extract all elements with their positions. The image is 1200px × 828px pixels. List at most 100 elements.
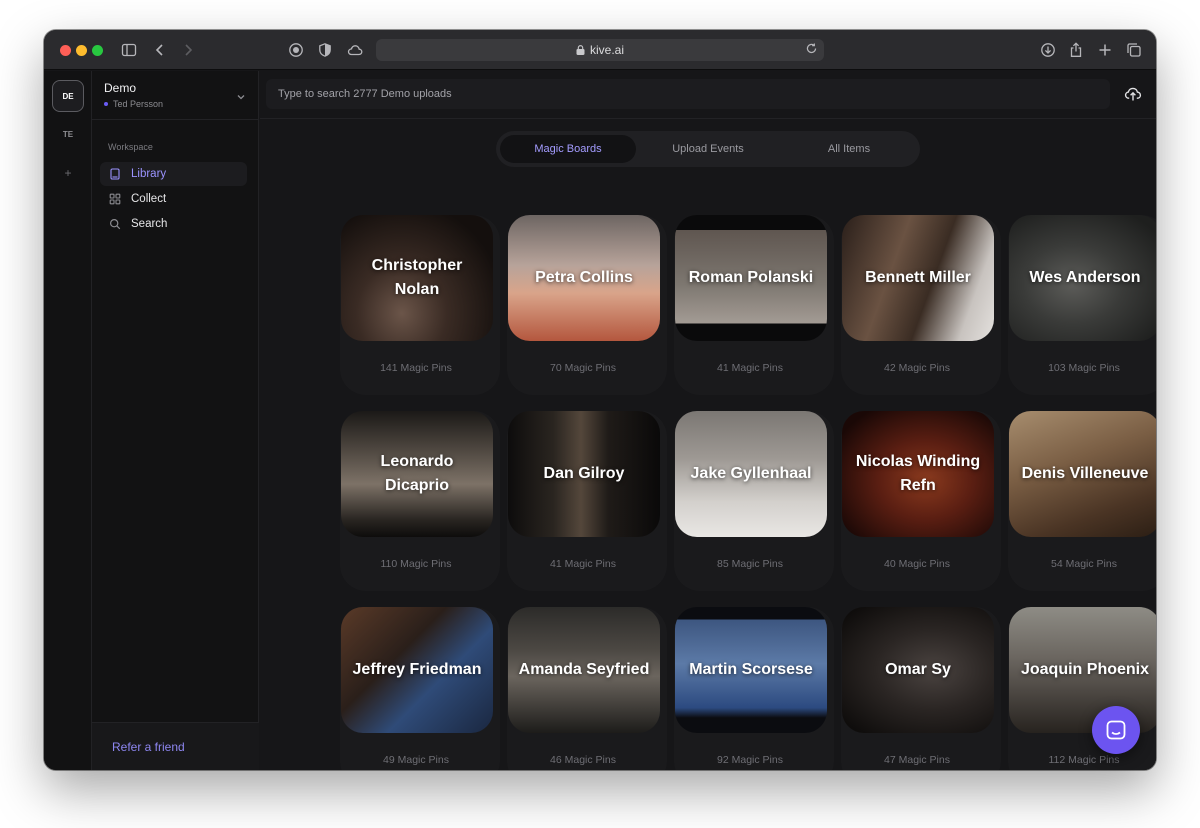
board-card[interactable]: Wes Anderson 103 Magic Pins	[1008, 215, 1156, 395]
sidebar-item-library[interactable]: Library	[100, 162, 247, 186]
workspace-rail: DE TE +	[44, 71, 92, 770]
sidebar-item-search[interactable]: Search	[100, 212, 247, 236]
sidebar: Demo Ted Persson Workspace Library Colle…	[92, 71, 259, 770]
board-title: Wes Anderson	[1029, 269, 1141, 286]
board-thumbnail: Leonardo Dicaprio	[341, 411, 493, 537]
grid-icon	[108, 192, 122, 206]
board-thumbnail: Amanda Seyfried	[508, 607, 660, 733]
board-card[interactable]: Denis Villeneuve 54 Magic Pins	[1008, 411, 1156, 591]
share-icon[interactable]	[1066, 40, 1086, 60]
sidebar-divider	[92, 119, 259, 120]
search-input[interactable]: Type to search 2777 Demo uploads	[266, 79, 1110, 109]
cloud-icon[interactable]	[345, 40, 365, 60]
tab-upload-events[interactable]: Upload Events	[640, 135, 776, 163]
chevron-down-icon[interactable]	[236, 89, 246, 107]
board-card[interactable]: Omar Sy 47 Magic Pins	[841, 607, 1001, 770]
status-dot	[104, 102, 108, 106]
shield-icon[interactable]	[315, 40, 335, 60]
section-label-workspace: Workspace	[108, 142, 153, 152]
sidebar-item-label: Library	[131, 168, 167, 180]
board-card[interactable]: Roman Polanski 41 Magic Pins	[674, 215, 834, 395]
chat-support-button[interactable]	[1092, 706, 1140, 754]
workspace-name[interactable]: Demo	[104, 81, 136, 95]
browser-window: kive.ai DE TE + Demo Ted Persson Workspa…	[44, 30, 1156, 770]
board-pin-count: 41 Magic Pins	[717, 362, 783, 374]
board-thumbnail: Christopher Nolan	[341, 215, 493, 341]
board-title: Omar Sy	[885, 661, 951, 678]
board-card[interactable]: Petra Collins 70 Magic Pins	[507, 215, 667, 395]
workspace-switch-demo[interactable]: DE	[52, 80, 84, 112]
download-icon[interactable]	[1038, 40, 1058, 60]
board-thumbnail: Jeffrey Friedman	[341, 607, 493, 733]
lock-icon	[576, 45, 585, 55]
zoom-window-button[interactable]	[92, 45, 103, 56]
back-icon[interactable]	[150, 40, 170, 60]
password-manager-icon[interactable]	[286, 40, 306, 60]
sidebar-item-label: Search	[131, 218, 168, 230]
board-pin-count: 92 Magic Pins	[717, 754, 783, 766]
sidebar-item-label: Collect	[131, 193, 167, 205]
board-title: Roman Polanski	[688, 269, 814, 286]
tab-overview-icon[interactable]	[1124, 40, 1144, 60]
board-card[interactable]: Amanda Seyfried 46 Magic Pins	[507, 607, 667, 770]
tab-bar: Magic Boards Upload Events All Items	[496, 131, 920, 167]
search-icon	[108, 217, 122, 231]
url-text: kive.ai	[589, 43, 624, 57]
board-card[interactable]: Jeffrey Friedman 49 Magic Pins	[340, 607, 500, 770]
board-title: Nicolas Winding Refn	[855, 453, 981, 494]
new-tab-icon[interactable]	[1095, 40, 1115, 60]
board-thumbnail: Omar Sy	[842, 607, 994, 733]
board-thumbnail: Dan Gilroy	[508, 411, 660, 537]
board-card[interactable]: Jake Gyllenhaal 85 Magic Pins	[674, 411, 834, 591]
board-title: Jeffrey Friedman	[352, 661, 482, 678]
board-card[interactable]: Christopher Nolan 141 Magic Pins	[340, 215, 500, 395]
board-pin-count: 40 Magic Pins	[884, 558, 950, 570]
refer-a-friend-link[interactable]: Refer a friend	[92, 722, 259, 770]
workspace-user: Ted Persson	[104, 99, 163, 109]
forward-icon[interactable]	[178, 40, 198, 60]
browser-toolbar: kive.ai	[44, 30, 1156, 70]
board-title: Christopher Nolan	[371, 257, 463, 298]
workspace-switch-te[interactable]: TE	[52, 118, 84, 150]
board-thumbnail: Denis Villeneuve	[1009, 411, 1156, 537]
board-pin-count: 112 Magic Pins	[1048, 754, 1120, 766]
board-pin-count: 42 Magic Pins	[884, 362, 950, 374]
board-pin-count: 54 Magic Pins	[1051, 558, 1117, 570]
board-title: Dan Gilroy	[543, 465, 625, 482]
board-pin-count: 103 Magic Pins	[1048, 362, 1120, 374]
board-title: Bennett Miller	[865, 269, 971, 286]
board-card[interactable]: Dan Gilroy 41 Magic Pins	[507, 411, 667, 591]
add-workspace-button[interactable]: +	[52, 157, 84, 189]
board-card[interactable]: Martin Scorsese 92 Magic Pins	[674, 607, 834, 770]
close-window-button[interactable]	[60, 45, 71, 56]
board-pin-count: 49 Magic Pins	[383, 754, 449, 766]
sidebar-item-collect[interactable]: Collect	[100, 187, 247, 211]
main-content: Type to search 2777 Demo uploads Magic B…	[260, 71, 1156, 770]
board-pin-count: 47 Magic Pins	[884, 754, 950, 766]
board-thumbnail: Bennett Miller	[842, 215, 994, 341]
reload-icon[interactable]	[805, 42, 818, 55]
board-pin-count: 85 Magic Pins	[717, 558, 783, 570]
user-name: Ted Persson	[113, 99, 164, 109]
tab-all-items[interactable]: All Items	[781, 135, 917, 163]
board-title: Leonardo Dicaprio	[380, 453, 454, 494]
board-card[interactable]: Bennett Miller 42 Magic Pins	[841, 215, 1001, 395]
board-thumbnail: Jake Gyllenhaal	[675, 411, 827, 537]
tab-magic-boards[interactable]: Magic Boards	[500, 135, 636, 163]
board-pin-count: 110 Magic Pins	[380, 558, 452, 570]
board-card[interactable]: Nicolas Winding Refn 40 Magic Pins	[841, 411, 1001, 591]
board-pin-count: 46 Magic Pins	[550, 754, 616, 766]
board-title: Denis Villeneuve	[1021, 465, 1149, 482]
board-title: Joaquin Phoenix	[1020, 661, 1149, 678]
board-pin-count: 70 Magic Pins	[550, 362, 616, 374]
board-thumbnail: Wes Anderson	[1009, 215, 1156, 341]
sidebar-toggle-icon[interactable]	[119, 40, 139, 60]
board-thumbnail: Petra Collins	[508, 215, 660, 341]
board-title: Petra Collins	[535, 269, 633, 286]
address-bar[interactable]: kive.ai	[376, 39, 824, 61]
board-title: Jake Gyllenhaal	[690, 465, 812, 482]
book-icon	[108, 167, 122, 181]
minimize-window-button[interactable]	[76, 45, 87, 56]
board-card[interactable]: Leonardo Dicaprio 110 Magic Pins	[340, 411, 500, 591]
upload-icon[interactable]	[1120, 81, 1146, 107]
